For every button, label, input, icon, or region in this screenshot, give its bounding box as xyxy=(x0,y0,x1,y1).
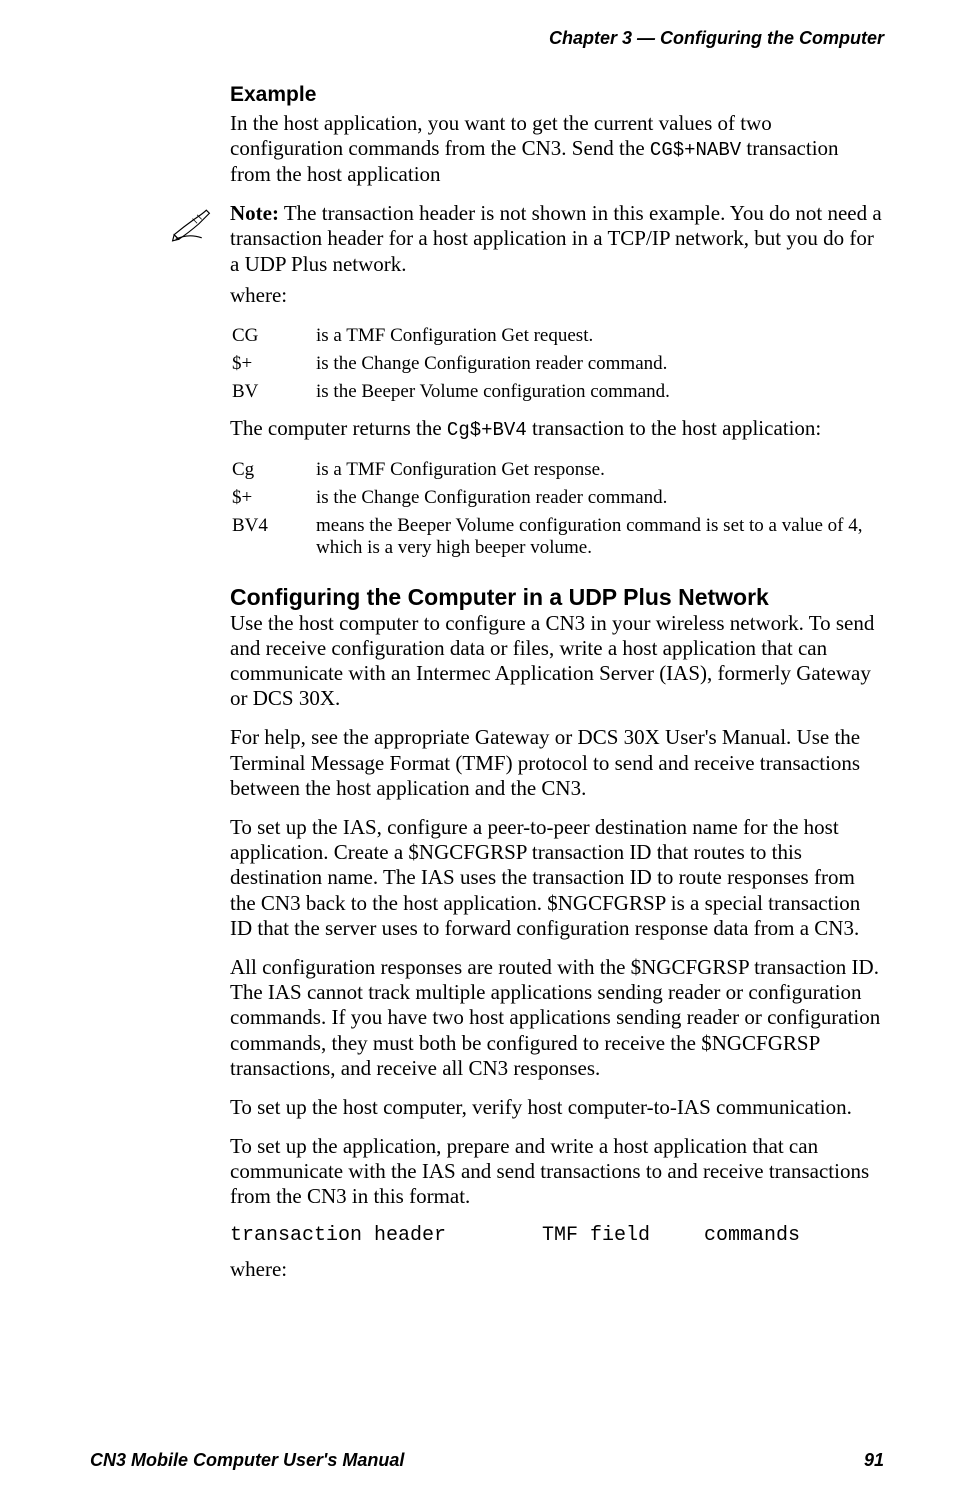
example-intro: In the host application, you want to get… xyxy=(230,111,884,187)
chapter-label: Chapter 3 — Configuring the Computer xyxy=(549,28,884,48)
example-heading: Example xyxy=(230,83,884,107)
table-row: BV4 means the Beeper Volume configuratio… xyxy=(232,512,884,562)
udp-p3: To set up the IAS, configure a peer-to-p… xyxy=(230,815,884,941)
returns-after: transaction to the host application: xyxy=(527,416,822,440)
udp-p4: All configuration responses are routed w… xyxy=(230,955,884,1081)
def-desc: is the Change Configuration reader comma… xyxy=(316,484,884,512)
manual-title: CN3 Mobile Computer User's Manual xyxy=(90,1450,404,1471)
syntax-line: transaction header TMF field commands xyxy=(230,1224,884,1247)
where-label-1: where: xyxy=(230,283,884,308)
note-body: The transaction header is not shown in t… xyxy=(230,201,882,275)
def-term: $+ xyxy=(232,350,316,378)
note-icon xyxy=(168,201,222,252)
syntax-commands: commands xyxy=(704,1224,800,1247)
udp-heading: Configuring the Computer in a UDP Plus N… xyxy=(230,584,884,611)
table-row: CG is a TMF Configuration Get request. xyxy=(232,322,670,350)
note-label: Note: xyxy=(230,201,279,225)
table-row: $+ is the Change Configuration reader co… xyxy=(232,350,670,378)
table-row: BV is the Beeper Volume configuration co… xyxy=(232,378,670,406)
def-term: CG xyxy=(232,322,316,350)
definition-table-2: Cg is a TMF Configuration Get response. … xyxy=(232,456,884,562)
returns-code: Cg$+BV4 xyxy=(447,419,527,441)
page-number: 91 xyxy=(864,1450,884,1471)
where-label-2: where: xyxy=(230,1257,884,1282)
def-term: Cg xyxy=(232,456,316,484)
udp-p6: To set up the application, prepare and w… xyxy=(230,1134,884,1210)
def-term: $+ xyxy=(232,484,316,512)
note-text: Note: The transaction header is not show… xyxy=(230,201,884,277)
example-intro-code: CG$+NABV xyxy=(650,139,741,161)
def-desc: is the Beeper Volume configuration comma… xyxy=(316,378,670,406)
table-row: $+ is the Change Configuration reader co… xyxy=(232,484,884,512)
page-header: Chapter 3 — Configuring the Computer xyxy=(90,28,884,49)
udp-p1: Use the host computer to configure a CN3… xyxy=(230,611,884,712)
udp-p2: For help, see the appropriate Gateway or… xyxy=(230,725,884,801)
returns-before: The computer returns the xyxy=(230,416,447,440)
returns-text: The computer returns the Cg$+BV4 transac… xyxy=(230,416,884,442)
syntax-transaction-header: transaction header xyxy=(230,1224,530,1247)
table-row: Cg is a TMF Configuration Get response. xyxy=(232,456,884,484)
def-desc: is a TMF Configuration Get response. xyxy=(316,456,884,484)
def-desc: is the Change Configuration reader comma… xyxy=(316,350,670,378)
def-term: BV xyxy=(232,378,316,406)
def-term: BV4 xyxy=(232,512,316,562)
page-footer: CN3 Mobile Computer User's Manual 91 xyxy=(90,1450,884,1471)
syntax-tmf-field: TMF field xyxy=(542,1224,692,1247)
note-block: Note: The transaction header is not show… xyxy=(230,201,884,277)
udp-p5: To set up the host computer, verify host… xyxy=(230,1095,884,1120)
def-desc: is a TMF Configuration Get request. xyxy=(316,322,670,350)
def-desc: means the Beeper Volume configuration co… xyxy=(316,512,884,562)
definition-table-1: CG is a TMF Configuration Get request. $… xyxy=(232,322,670,406)
